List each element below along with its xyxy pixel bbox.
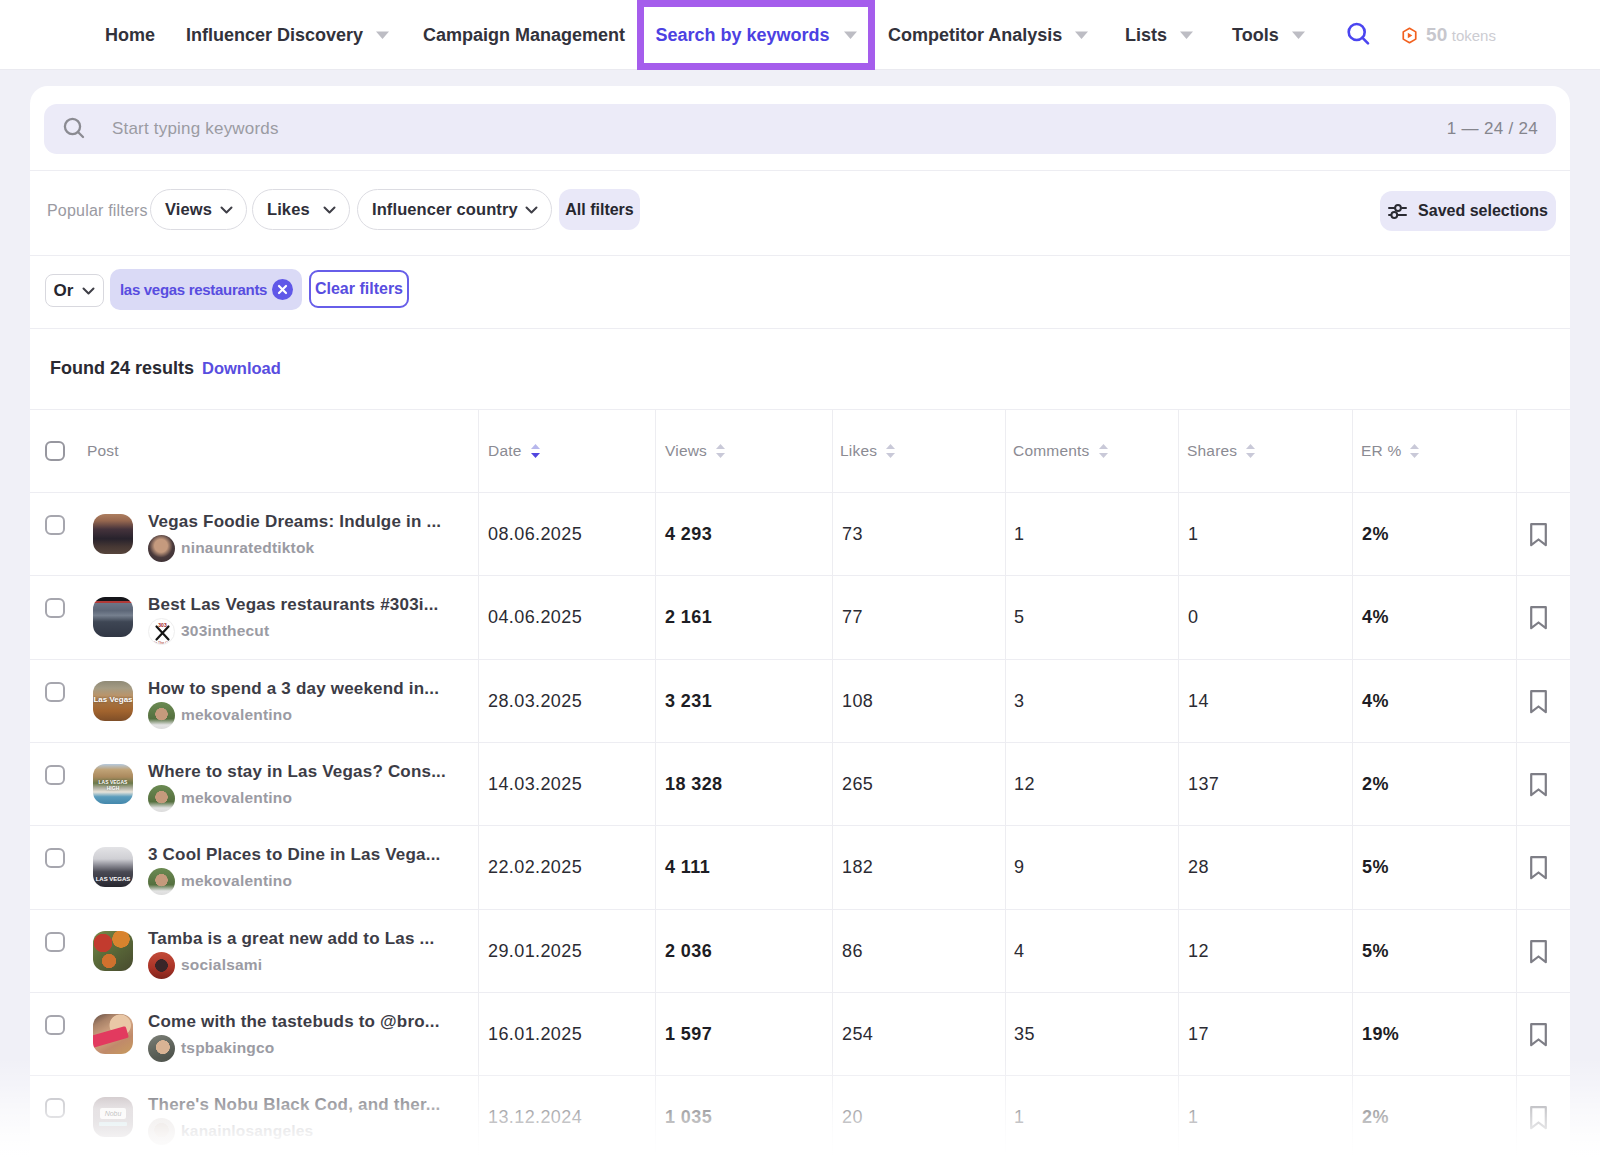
svg-text:303: 303 [158, 622, 167, 628]
